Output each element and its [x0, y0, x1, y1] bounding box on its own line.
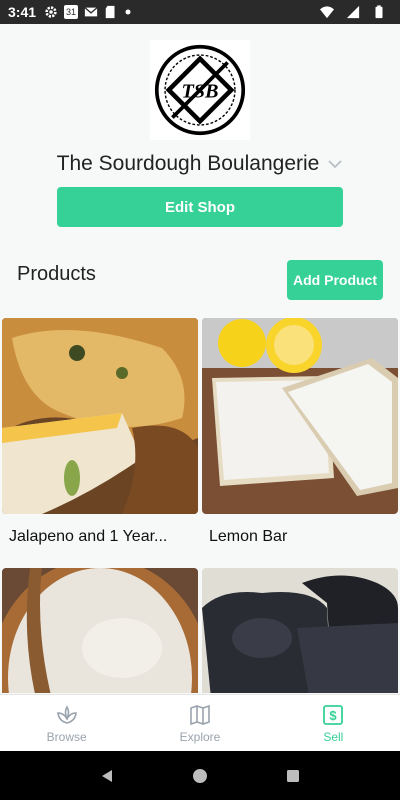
nav-sell[interactable]: $ Sell	[267, 695, 400, 751]
nav-sell-label: Sell	[323, 729, 344, 744]
system-nav-bar	[0, 751, 400, 800]
product-card[interactable]	[202, 568, 398, 693]
dot-icon	[125, 9, 131, 15]
status-bar: 3:41 31	[0, 0, 400, 24]
sprout-icon	[56, 704, 77, 724]
edit-shop-button[interactable]: Edit Shop	[57, 187, 343, 227]
shop-name: The Sourdough Boulangerie	[56, 152, 320, 175]
signal-icon	[346, 5, 360, 19]
product-name: Lemon Bar	[209, 528, 288, 545]
products-heading: Products	[17, 263, 96, 285]
product-grid: Jalapeno and 1 Year... Lemon Bar	[2, 318, 398, 693]
sd-card-icon	[105, 5, 115, 19]
charcoal-bread-photo	[202, 568, 398, 693]
chevron-down-icon	[328, 160, 342, 169]
shop-logo-badge: TSB	[154, 44, 246, 136]
mail-icon	[84, 7, 98, 17]
product-card[interactable]	[2, 568, 198, 693]
nav-explore[interactable]: Explore	[133, 695, 266, 751]
nav-browse[interactable]: Browse	[0, 695, 133, 751]
back-icon[interactable]	[99, 768, 115, 784]
nav-browse-label: Browse	[46, 729, 87, 744]
dollar-icon: $	[323, 704, 344, 725]
floured-sourdough-photo	[2, 568, 198, 693]
product-name: Jalapeno and 1 Year...	[9, 528, 168, 545]
shop-selector[interactable]: The Sourdough Boulangerie	[0, 152, 400, 176]
bottom-nav: Browse Explore $ Sell	[0, 694, 400, 751]
cheese-bread-photo	[2, 318, 198, 514]
calendar-date: 31	[66, 7, 77, 17]
logo-text: TSB	[181, 80, 218, 102]
svg-text:$: $	[330, 708, 338, 723]
calendar-icon: 31	[64, 5, 79, 19]
home-icon[interactable]	[192, 768, 208, 784]
wifi-icon	[320, 6, 334, 19]
product-card[interactable]: Jalapeno and 1 Year...	[2, 318, 198, 546]
product-card[interactable]: Lemon Bar	[202, 318, 398, 546]
status-time: 3:41	[8, 4, 37, 20]
map-icon	[190, 704, 210, 725]
nav-explore-label: Explore	[179, 729, 221, 744]
gear-icon	[45, 6, 57, 18]
add-product-button[interactable]: Add Product	[287, 260, 383, 300]
battery-icon	[375, 5, 383, 19]
lemon-bar-photo	[202, 318, 398, 514]
recents-icon[interactable]	[285, 768, 301, 784]
shop-logo: TSB	[150, 40, 250, 140]
